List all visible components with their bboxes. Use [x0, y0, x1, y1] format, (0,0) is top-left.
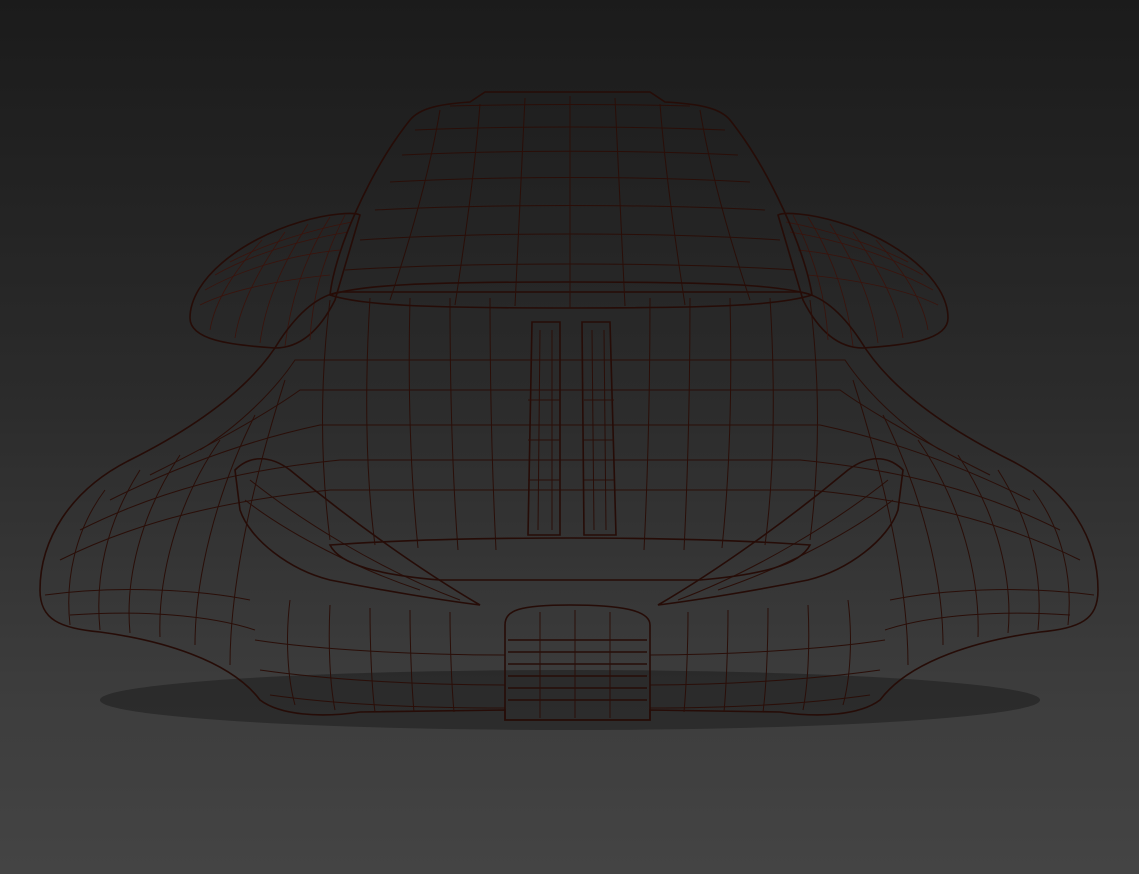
car-roof[interactable] — [329, 91, 813, 309]
car-body[interactable] — [39, 291, 1099, 721]
right-headlight[interactable] — [657, 458, 904, 606]
left-mirror-pod[interactable] — [189, 212, 361, 349]
right-mirror-pod[interactable] — [777, 212, 949, 349]
hood-vents[interactable] — [527, 321, 617, 536]
left-headlight[interactable] — [234, 458, 481, 606]
viewport-render[interactable] — [0, 0, 1139, 874]
3d-viewport[interactable] — [0, 0, 1139, 874]
